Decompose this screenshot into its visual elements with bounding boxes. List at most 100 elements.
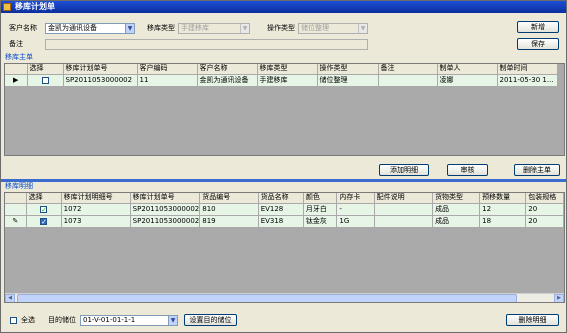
current-row-arrow-icon: ▶: [13, 76, 19, 84]
detail-hscrollbar[interactable]: ◀ ▶: [5, 293, 564, 302]
row-checkbox[interactable]: [41, 76, 49, 84]
save-button[interactable]: 保存: [517, 38, 559, 50]
table-cell: 手建移库: [257, 74, 318, 87]
column-header[interactable]: 包装规格: [525, 193, 564, 204]
pencil-icon: ✎: [12, 217, 19, 225]
table-cell: 819: [199, 215, 259, 228]
delete-detail-button[interactable]: 删除明细: [506, 314, 559, 326]
customer-label: 客户名称: [9, 24, 37, 32]
table-row[interactable]: ▶ SP2011053000002 11 金凯为通讯设备 手建移库 储位整理 凌娜 2011-…: [5, 74, 558, 87]
new-button[interactable]: 新增: [517, 21, 559, 33]
remark-field[interactable]: [45, 39, 368, 50]
set-location-button[interactable]: 设置目的储位: [184, 314, 237, 326]
column-header[interactable]: 备注: [378, 64, 438, 75]
row-indicator[interactable]: [5, 203, 27, 216]
table-cell: [374, 203, 434, 216]
chevron-down-icon: ▼: [240, 24, 249, 33]
table-cell: EV318: [258, 215, 304, 228]
select-all-checkbox[interactable]: [10, 317, 17, 324]
scroll-thumb[interactable]: [17, 294, 517, 302]
table-cell: 1G: [336, 215, 375, 228]
main-window: 移库计划单 客户名称 金凯为通讯设备 ▼ 移库类型 手建移库 ▼ 操作类型 储位…: [0, 0, 567, 333]
target-location-combo[interactable]: 01-V-01-01-1-1 ▼: [80, 315, 178, 326]
customer-combo[interactable]: 金凯为通讯设备 ▼: [45, 23, 135, 34]
table-cell: [378, 74, 438, 87]
column-header[interactable]: 移库计划单号: [63, 64, 138, 75]
table-cell: [374, 215, 434, 228]
column-header[interactable]: 内存卡: [336, 193, 375, 204]
target-location-label: 目的储位: [48, 316, 76, 324]
master-grid: 选择 移库计划单号 客户编码 客户名称 移库类型 操作类型 备注 制单人 制单时间 ▶ SP201…: [4, 63, 565, 156]
move-type-label: 移库类型: [147, 24, 175, 32]
column-header[interactable]: 移库计划明细号: [61, 193, 131, 204]
table-cell: 钛金灰: [303, 215, 338, 228]
column-header[interactable]: 预移数量: [479, 193, 527, 204]
column-header[interactable]: 制单时间: [497, 64, 558, 75]
table-cell: 1073: [61, 215, 131, 228]
row-header-corner: [5, 193, 27, 204]
column-header[interactable]: 客户编码: [137, 64, 198, 75]
add-detail-button[interactable]: 添加明细: [379, 164, 429, 176]
table-cell: 11: [137, 74, 198, 87]
row-indicator[interactable]: ▶: [5, 74, 28, 87]
select-all-label: 全选: [21, 316, 35, 324]
detail-grid: 选择 移库计划明细号 移库计划单号 货品编号 货品名称 颜色 内存卡 配件说明 货物类型 预移数量…: [4, 192, 565, 303]
window-title: 移库计划单: [15, 2, 55, 11]
customer-value: 金凯为通讯设备: [48, 24, 97, 32]
op-type-value: 储位整理: [301, 24, 329, 32]
detail-table: 选择 移库计划明细号 移库计划单号 货品编号 货品名称 颜色 内存卡 配件说明 货物类型 预移数量…: [5, 193, 564, 228]
column-header[interactable]: 货品编号: [199, 193, 259, 204]
table-cell: -: [336, 203, 375, 216]
column-header[interactable]: 选择: [27, 64, 64, 75]
table-cell: 金凯为通讯设备: [197, 74, 258, 87]
table-row[interactable]: 1072SP2011053000002810EV128月牙白- 成品1220: [5, 203, 564, 216]
scroll-left-icon[interactable]: ◀: [5, 294, 15, 302]
move-type-value: 手建移库: [181, 24, 209, 32]
column-header[interactable]: 颜色: [303, 193, 338, 204]
section-splitter[interactable]: [1, 179, 566, 182]
column-header[interactable]: 移库类型: [257, 64, 318, 75]
table-cell: 成品: [432, 215, 481, 228]
column-header[interactable]: 选择: [26, 193, 62, 204]
scroll-right-icon[interactable]: ▶: [554, 294, 564, 302]
table-cell: SP2011053000002: [63, 74, 138, 87]
table-cell: 储位整理: [317, 74, 379, 87]
table-cell: 12: [479, 203, 527, 216]
row-checkbox[interactable]: [40, 205, 48, 214]
column-header[interactable]: 货物类型: [432, 193, 481, 204]
master-section-title: 移库主单: [5, 53, 33, 61]
select-cell[interactable]: [27, 74, 64, 87]
column-header[interactable]: 客户名称: [197, 64, 258, 75]
table-cell: EV128: [258, 203, 304, 216]
column-header[interactable]: 货品名称: [258, 193, 304, 204]
audit-button[interactable]: 审核: [447, 164, 488, 176]
column-header[interactable]: 制单人: [437, 64, 498, 75]
chevron-down-icon[interactable]: ▼: [125, 24, 134, 33]
table-cell: 18: [479, 215, 527, 228]
delete-main-button[interactable]: 删除主单: [514, 164, 560, 176]
chevron-down-icon: ▼: [358, 24, 367, 33]
row-header-corner: [5, 64, 28, 75]
select-cell[interactable]: [26, 203, 62, 216]
row-checkbox[interactable]: [40, 217, 48, 226]
column-header[interactable]: 操作类型: [317, 64, 379, 75]
chevron-down-icon[interactable]: ▼: [168, 316, 177, 325]
table-row[interactable]: ✎ 1073SP2011053000002819EV318钛金灰1G 成品1820: [5, 215, 564, 228]
table-cell: 凌娜: [437, 74, 498, 87]
app-icon: [3, 3, 11, 11]
detail-section-title: 移库明细: [5, 182, 33, 190]
select-cell[interactable]: [26, 215, 62, 228]
table-cell: SP2011053000002: [130, 203, 201, 216]
master-table: 选择 移库计划单号 客户编码 客户名称 移库类型 操作类型 备注 制单人 制单时间 ▶ SP201…: [5, 64, 558, 87]
table-cell: 810: [199, 203, 259, 216]
title-bar: 移库计划单: [1, 1, 566, 13]
column-header[interactable]: 移库计划单号: [130, 193, 201, 204]
target-location-value: 01-V-01-01-1-1: [83, 316, 136, 324]
column-header[interactable]: 配件说明: [374, 193, 434, 204]
move-type-combo: 手建移库 ▼: [178, 23, 250, 34]
table-cell: 月牙白: [303, 203, 338, 216]
table-cell: 成品: [432, 203, 481, 216]
row-indicator[interactable]: ✎: [5, 215, 27, 228]
table-cell: 20: [525, 203, 564, 216]
op-type-label: 操作类型: [267, 24, 295, 32]
